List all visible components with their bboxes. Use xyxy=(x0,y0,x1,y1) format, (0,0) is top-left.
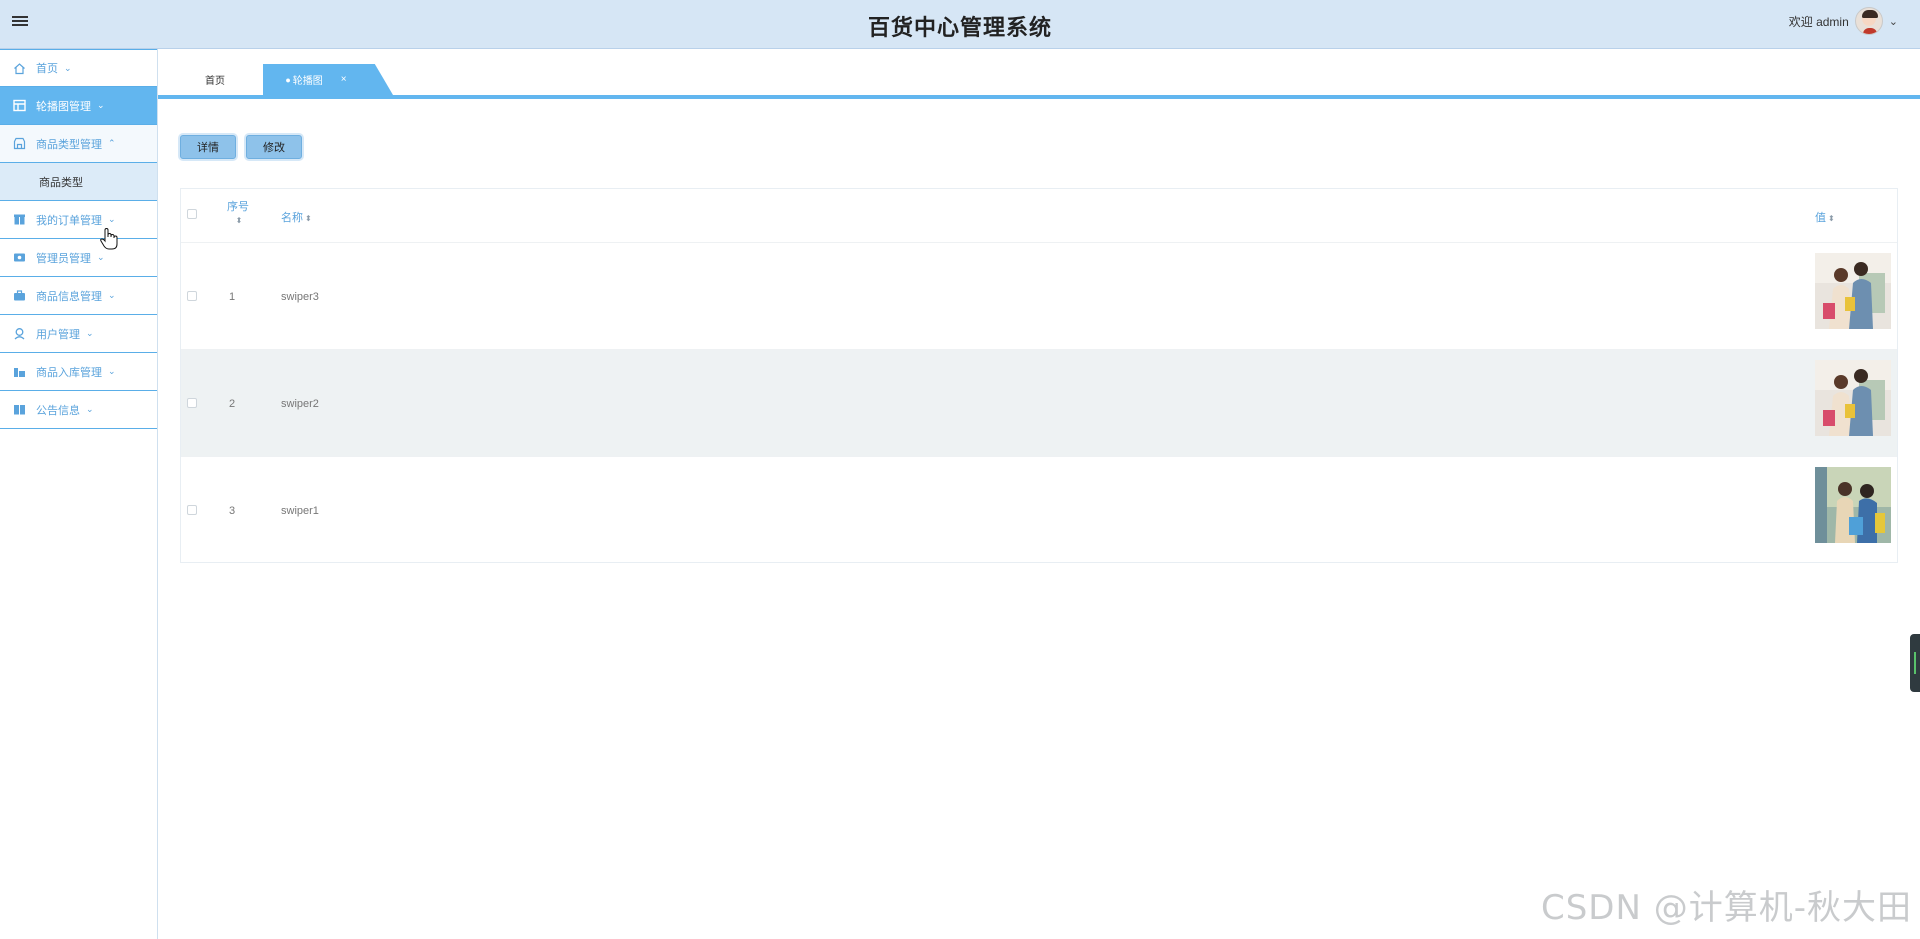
sidebar-item-label: 公告信息 xyxy=(36,404,80,417)
column-header-value[interactable]: 值 ⬍ xyxy=(1815,209,1835,225)
chevron-down-icon[interactable]: ⌄ xyxy=(1889,15,1898,28)
row-checkbox[interactable] xyxy=(187,398,197,408)
tab-label: 首页 xyxy=(205,76,225,87)
sidebar-item-label: 轮播图管理 xyxy=(36,100,91,113)
hand-cursor-icon xyxy=(100,228,118,250)
sort-icon[interactable]: ⬍ xyxy=(228,214,250,227)
chevron-down-icon: ⌄ xyxy=(97,100,105,110)
user-icon xyxy=(13,327,26,340)
sidebar-subitem-label: 商品类型 xyxy=(39,176,83,189)
row-checkbox[interactable] xyxy=(187,291,197,301)
active-dot-icon: ● xyxy=(285,74,291,85)
home-icon xyxy=(13,62,26,75)
row-checkbox[interactable] xyxy=(187,505,197,515)
data-table: 序号 ⬍ 名称 ⬍ 值 ⬍ 1 swiper3 2 swiper2 3 swip… xyxy=(180,188,1898,563)
top-header: 百货中心管理系统 欢迎 admin ⌄ xyxy=(0,0,1920,49)
chevron-up-icon: ⌃ xyxy=(108,138,116,148)
sidebar-item-stock-in[interactable]: 商品入库管理 ⌄ xyxy=(0,353,157,391)
shop-icon xyxy=(13,137,26,150)
sidebar-item-product-type[interactable]: 商品类型管理 ⌃ xyxy=(0,125,157,163)
sidebar-item-label: 管理员管理 xyxy=(36,252,91,265)
user-menu[interactable]: 欢迎 admin ⌄ xyxy=(1789,7,1898,35)
sidebar-item-carousel[interactable]: 轮播图管理 ⌄ xyxy=(0,87,157,125)
row-name: swiper1 xyxy=(281,505,319,517)
tab-label: 轮播图 xyxy=(292,76,323,87)
column-header-label: 序号 xyxy=(227,201,249,213)
admin-icon xyxy=(13,251,26,264)
row-name: swiper3 xyxy=(281,291,319,303)
notice-icon xyxy=(13,403,26,416)
sidebar-item-users[interactable]: 用户管理 ⌄ xyxy=(0,315,157,353)
detail-button[interactable]: 详情 xyxy=(180,135,236,159)
sidebar-item-home[interactable]: 首页 ⌄ xyxy=(0,49,157,87)
avatar[interactable] xyxy=(1854,7,1883,35)
order-icon xyxy=(13,213,26,226)
sidebar-item-label: 商品入库管理 xyxy=(36,366,102,379)
app-title: 百货中心管理系统 xyxy=(867,15,1052,40)
welcome-text: 欢迎 admin xyxy=(1788,14,1849,29)
side-widget-handle[interactable] xyxy=(1910,634,1920,692)
tab-home[interactable]: 首页 xyxy=(188,64,242,95)
watermark: CSDN @计算机-秋大田 xyxy=(1540,888,1912,928)
column-header-name[interactable]: 名称 ⬍ xyxy=(281,209,312,225)
column-header-index[interactable]: 序号 ⬍ xyxy=(226,201,250,227)
chevron-down-icon: ⌄ xyxy=(86,404,94,414)
table-row[interactable]: 3 swiper1 xyxy=(181,456,1897,563)
tabs-bar: 首页 ● 轮播图 × xyxy=(158,49,1920,99)
column-header-label: 值 xyxy=(1815,212,1826,224)
carousel-image-thumbnail[interactable] xyxy=(1815,360,1891,436)
table-row[interactable]: 1 swiper3 xyxy=(181,242,1897,349)
chevron-down-icon: ⌄ xyxy=(97,252,105,262)
sidebar-item-label: 我的订单管理 xyxy=(36,214,102,227)
chevron-down-icon: ⌄ xyxy=(108,366,116,376)
sidebar-item-label: 首页 xyxy=(36,63,58,75)
sidebar-item-label: 用户管理 xyxy=(36,328,80,341)
row-index: 1 xyxy=(229,291,236,303)
briefcase-icon xyxy=(13,289,26,302)
select-all-checkbox[interactable] xyxy=(187,209,197,219)
sidebar-item-admins[interactable]: 管理员管理 ⌄ xyxy=(0,239,157,277)
sidebar-item-notices[interactable]: 公告信息 ⌄ xyxy=(0,391,157,429)
tab-carousel[interactable]: ● 轮播图 × xyxy=(263,64,393,95)
chevron-down-icon: ⌄ xyxy=(108,214,116,224)
sidebar-subitem-product-type[interactable]: 商品类型 xyxy=(0,163,157,201)
sort-icon[interactable]: ⬍ xyxy=(305,214,312,223)
row-name: swiper2 xyxy=(281,398,319,410)
table-header: 序号 ⬍ 名称 ⬍ 值 ⬍ xyxy=(181,189,1897,242)
layout-icon xyxy=(13,99,26,112)
row-index: 3 xyxy=(229,505,236,517)
table-row[interactable]: 2 swiper2 xyxy=(181,349,1897,456)
column-header-label: 名称 xyxy=(281,212,303,224)
close-icon[interactable]: × xyxy=(341,74,347,85)
row-index: 2 xyxy=(229,398,236,410)
carousel-image-thumbnail[interactable] xyxy=(1815,467,1891,543)
carousel-image-thumbnail[interactable] xyxy=(1815,253,1891,329)
chevron-down-icon: ⌄ xyxy=(108,290,116,300)
chevron-down-icon: ⌄ xyxy=(86,328,94,338)
sidebar-item-product-info[interactable]: 商品信息管理 ⌄ xyxy=(0,277,157,315)
sidebar: 首页 ⌄ 轮播图管理 ⌄ 商品类型管理 ⌃ 商品类型 我的订单管理 ⌄ 管理员管… xyxy=(0,49,158,939)
sidebar-item-label: 商品信息管理 xyxy=(36,290,102,303)
sidebar-item-orders[interactable]: 我的订单管理 ⌄ xyxy=(0,201,157,239)
chevron-down-icon: ⌄ xyxy=(64,62,72,73)
sort-icon[interactable]: ⬍ xyxy=(1828,214,1835,223)
sidebar-item-label: 商品类型管理 xyxy=(36,138,102,151)
warehouse-icon xyxy=(13,365,26,378)
edit-button[interactable]: 修改 xyxy=(246,135,302,159)
